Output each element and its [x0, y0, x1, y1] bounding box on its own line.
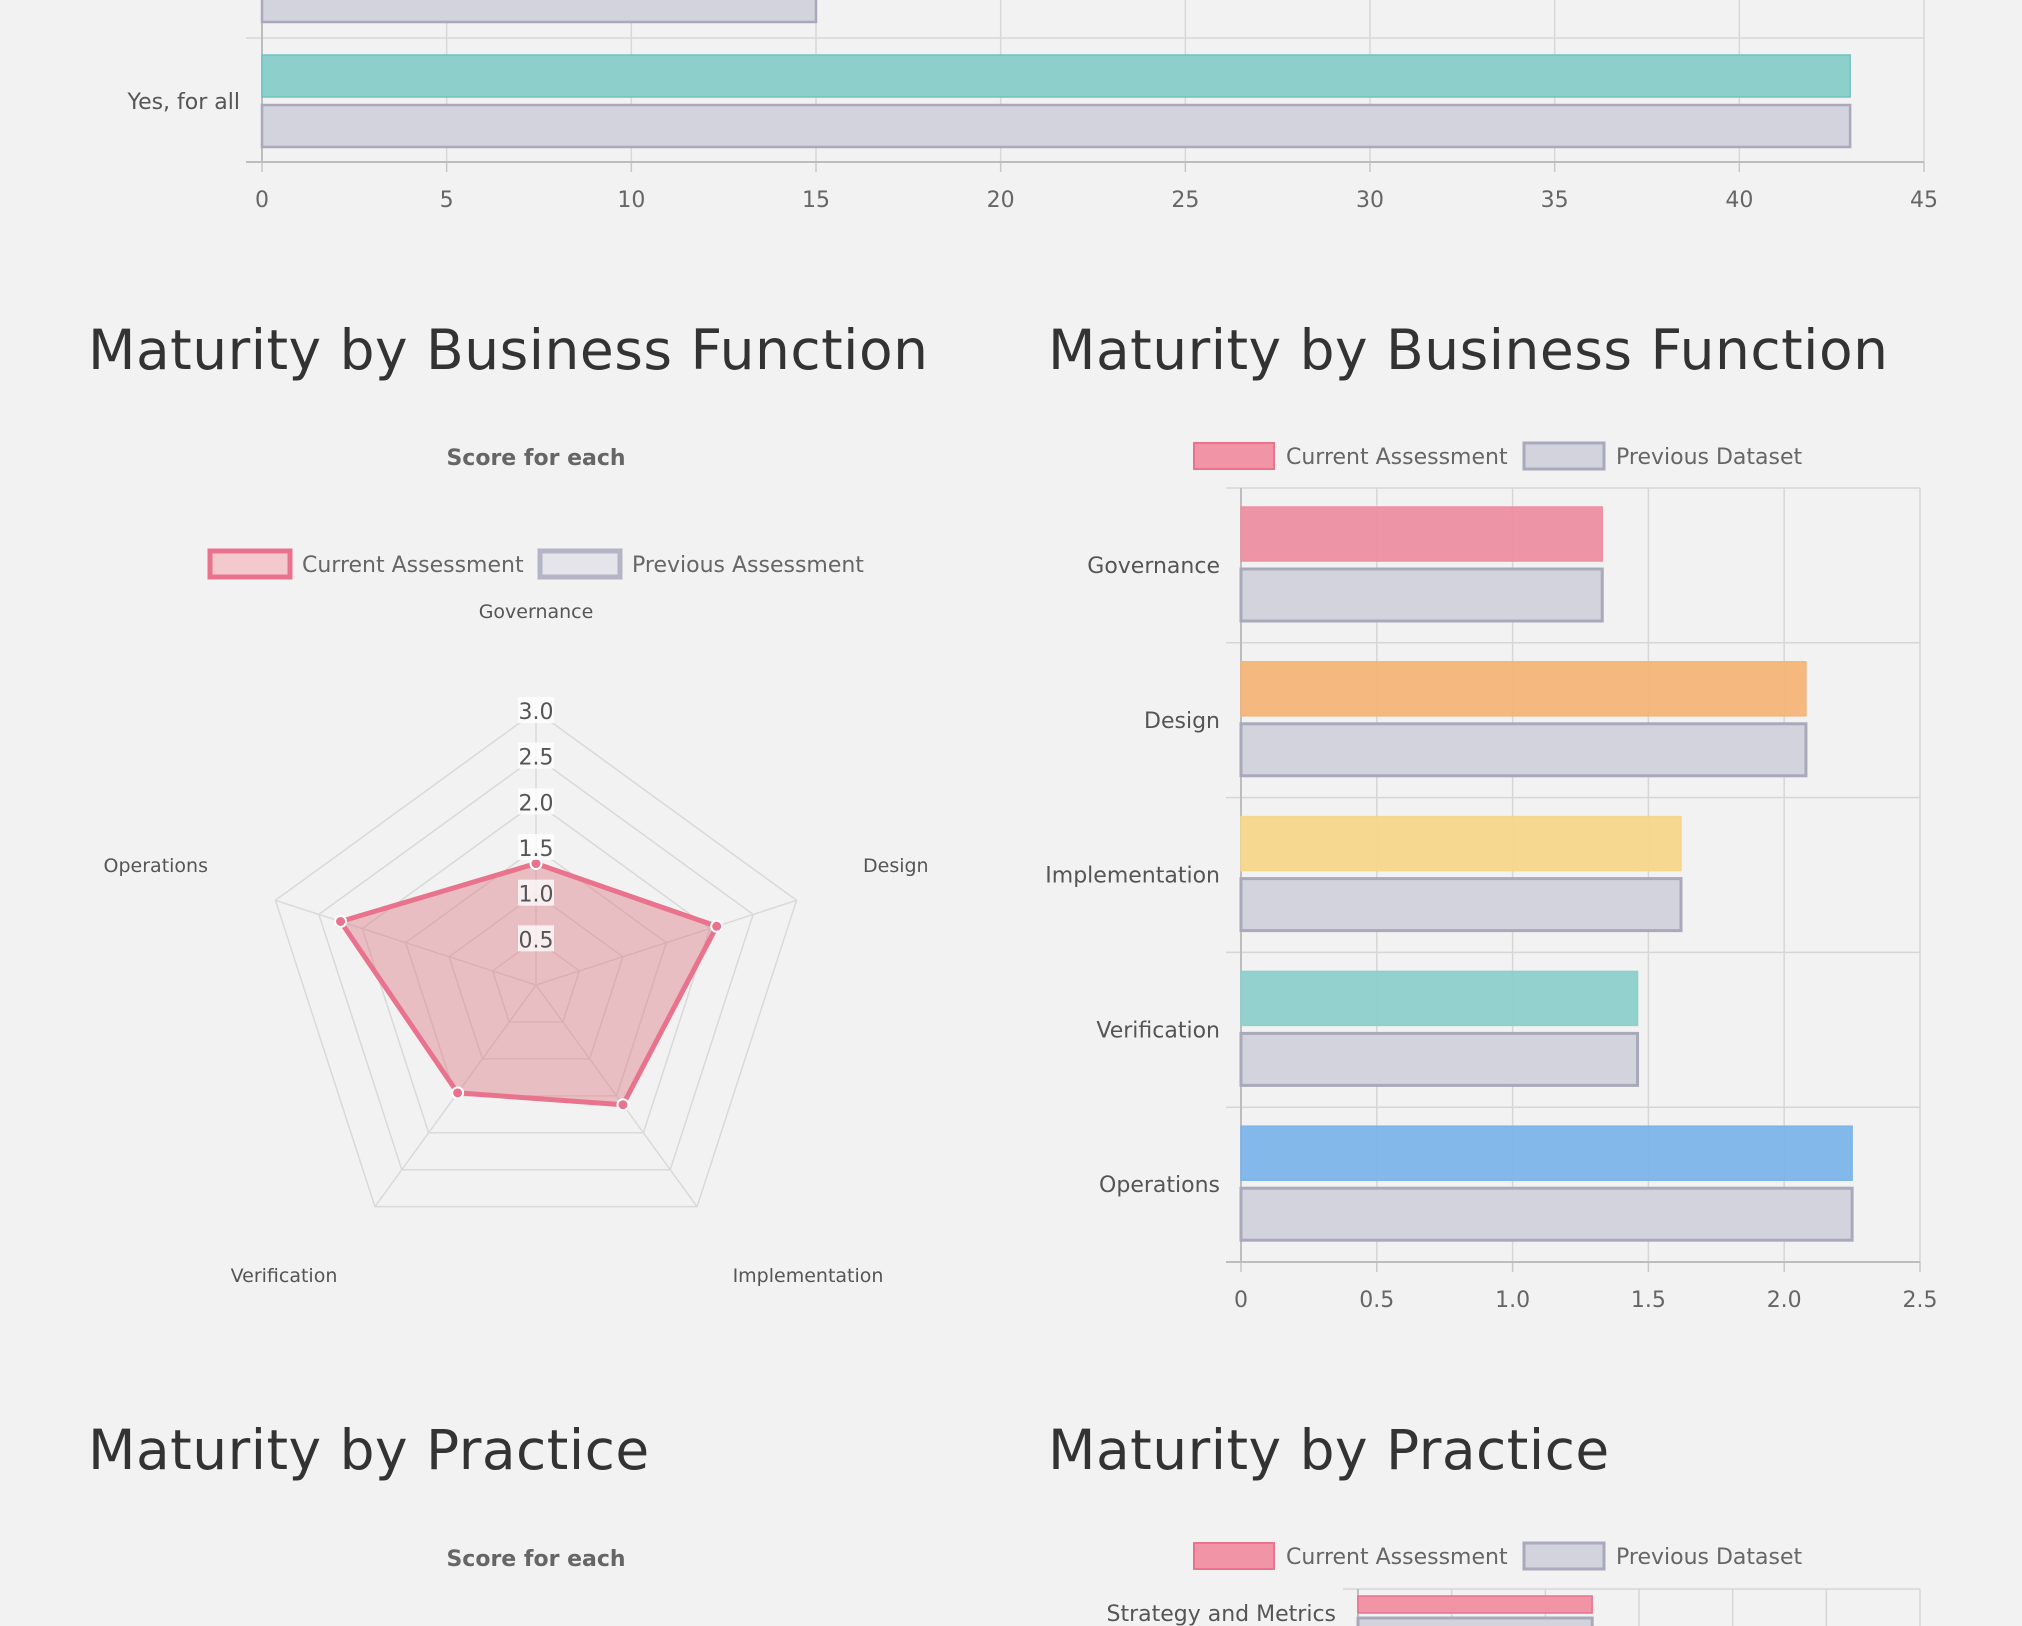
x-tick-label: 2.5 — [1903, 1288, 1938, 1313]
x-tick-label: 20 — [987, 188, 1015, 213]
radar-title: Score for each — [446, 1547, 625, 1572]
bar-current — [1357, 1595, 1593, 1614]
x-tick-label: 10 — [617, 188, 645, 213]
y-category-label: Strategy and Metrics — [1107, 1602, 1337, 1626]
y-category-label: Implementation — [1045, 864, 1220, 889]
charts-canvas: 0 5 10 15 20 25 30 35 40 45 Yes, for all Score for … — [104, 0, 1938, 1626]
radar-axis-label: Implementation — [733, 1265, 884, 1287]
x-tick-label: 45 — [1910, 188, 1938, 213]
legend-label-previous: Previous Dataset — [1616, 445, 1802, 470]
x-tick-label: 2.0 — [1767, 1288, 1802, 1313]
bar-current — [1240, 506, 1603, 562]
radar-tick-label: 2.0 — [519, 791, 554, 816]
bar-current — [1240, 1125, 1853, 1181]
bar-current — [1240, 970, 1639, 1027]
radar-tick-label: 3.0 — [519, 700, 554, 725]
bar-previous-partial — [260, 0, 818, 24]
bar-current — [1240, 661, 1807, 717]
legend-label-current: Current Assessment — [302, 553, 524, 578]
bar-previous — [1356, 1616, 1594, 1626]
legend-label-current: Current Assessment — [1286, 1545, 1508, 1570]
x-tick-label: 40 — [1725, 188, 1753, 213]
x-tick-label: 35 — [1541, 188, 1569, 213]
radar-axis-label: Design — [863, 855, 929, 877]
radar-tick-label: 2.5 — [519, 746, 554, 771]
radar-title: Score for each — [446, 446, 625, 471]
legend-swatch-previous — [537, 548, 623, 580]
y-category-label: Governance — [1087, 554, 1220, 579]
radar-point — [616, 1098, 630, 1112]
x-tick-label: 0.5 — [1359, 1288, 1394, 1313]
radar-tick-label: 1.0 — [519, 883, 554, 908]
y-category-label: Verification — [1096, 1018, 1220, 1043]
bar-previous — [1239, 567, 1604, 623]
radar-axis-label: Verification — [231, 1265, 338, 1287]
bar-current — [1240, 815, 1682, 872]
bar-current-yes-for-all — [261, 54, 1851, 98]
legend-swatch-current — [1193, 1542, 1275, 1570]
radar-point — [334, 914, 348, 928]
legend-swatch-current — [1193, 442, 1275, 470]
y-category-label: Operations — [1099, 1173, 1220, 1198]
bar-previous — [1239, 1031, 1640, 1087]
bar-previous — [1239, 722, 1808, 778]
x-tick-label: 1.5 — [1631, 1288, 1666, 1313]
y-category-label: Design — [1144, 709, 1220, 734]
x-tick-label: 5 — [440, 188, 454, 213]
bar-previous-yes-for-all — [260, 103, 1852, 149]
radar-axis-label: Operations — [104, 855, 208, 877]
radar-point — [451, 1086, 465, 1100]
x-tick-label: 15 — [802, 188, 830, 213]
x-tick-label: 0 — [255, 188, 269, 213]
legend-label-previous: Previous Dataset — [1616, 1545, 1802, 1570]
x-tick-label: 0 — [1234, 1288, 1248, 1313]
legend-swatch-previous — [1522, 441, 1606, 471]
radar-tick-label: 0.5 — [519, 928, 554, 953]
legend-label-current: Current Assessment — [1286, 445, 1508, 470]
bar-previous — [1239, 1186, 1854, 1242]
legend-label-previous: Previous Assessment — [632, 553, 864, 578]
legend-swatch-current — [207, 548, 293, 580]
bar-previous — [1239, 877, 1683, 933]
x-tick-label: 25 — [1171, 188, 1199, 213]
y-category-label: Yes, for all — [127, 90, 240, 115]
radar-point — [710, 919, 724, 933]
legend-swatch-previous — [1522, 1541, 1606, 1571]
x-tick-label: 1.0 — [1495, 1288, 1530, 1313]
radar-axis-label: Governance — [479, 601, 594, 623]
x-tick-label: 30 — [1356, 188, 1384, 213]
radar-tick-label: 1.5 — [519, 837, 554, 862]
